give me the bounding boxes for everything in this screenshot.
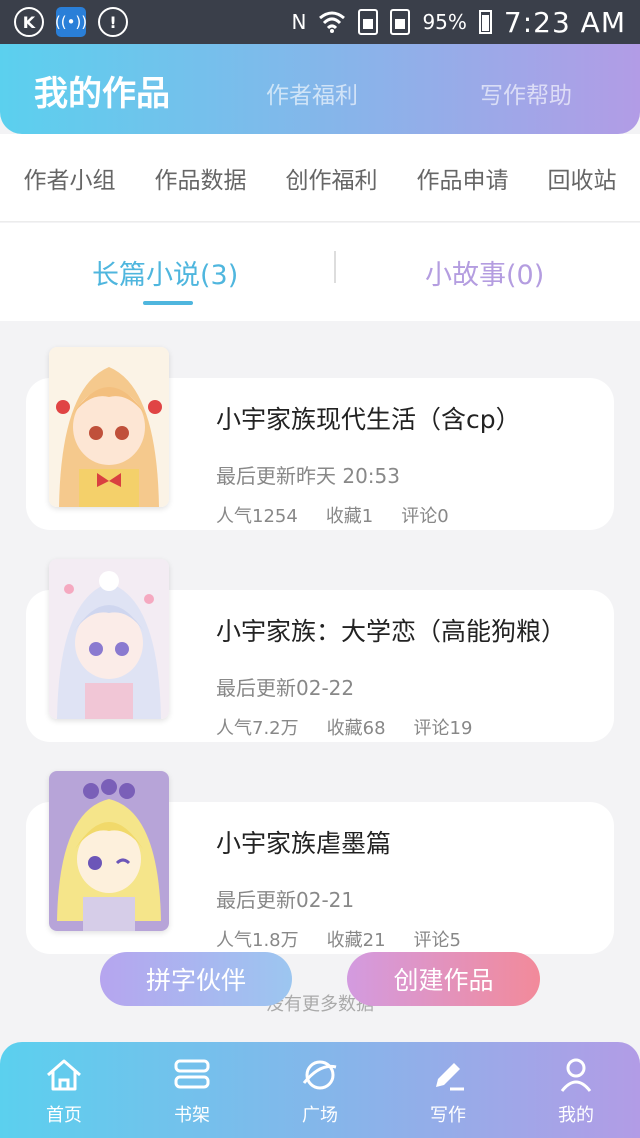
nav-label: 广场 — [302, 1105, 338, 1126]
nav-label: 书架 — [174, 1105, 210, 1126]
work-favorites: 收藏1 — [325, 506, 374, 527]
nav-creation-benefits[interactable]: 创作福利 — [286, 161, 378, 195]
status-bar-right: N 95% 7:23 AM — [291, 6, 626, 39]
home-icon — [47, 1059, 81, 1091]
work-title: 小宇家族现代生活（含cp） — [216, 405, 521, 434]
active-tab-indicator — [143, 301, 193, 305]
tab-divider — [334, 251, 336, 283]
nav-label: 首页 — [46, 1105, 82, 1126]
secondary-nav: 作者小组 作品数据 创作福利 作品申请 回收站 — [0, 134, 640, 222]
work-favorites: 收藏68 — [326, 718, 386, 739]
bottom-nav-home[interactable]: 首页 — [9, 1053, 119, 1127]
battery-icon — [478, 10, 492, 34]
work-title: 小宇家族：大学恋（高能狗粮） — [216, 617, 567, 646]
create-work-button[interactable]: 创建作品 — [347, 952, 540, 1006]
partner-button[interactable]: 拼字伙伴 — [100, 952, 292, 1006]
bottom-nav-square[interactable]: 广场 — [265, 1053, 375, 1127]
type-tabs: 长篇小说(3) 小故事(0) — [0, 223, 640, 321]
planet-icon — [302, 1060, 337, 1090]
work-stats: 人气7.2万 收藏68 评论19 — [216, 714, 472, 740]
nav-recycle-bin[interactable]: 回收站 — [548, 161, 617, 195]
work-popularity: 人气1254 — [216, 506, 298, 527]
work-updated: 最后更新02-21 — [216, 888, 355, 912]
work-comments: 评论0 — [401, 506, 449, 527]
work-cover-image[interactable] — [49, 559, 169, 719]
tab-long-novel[interactable]: 长篇小说(3) — [92, 253, 238, 292]
bottom-nav: 首页 书架 广场 写作 我的 — [0, 1042, 640, 1138]
no-more-data-text: 没有更多数据 — [266, 994, 374, 1015]
sim1-icon — [358, 9, 379, 35]
bottom-nav-write[interactable]: 写作 — [393, 1053, 503, 1127]
wifi-icon — [319, 11, 346, 33]
work-popularity: 人气1.8万 — [216, 930, 299, 951]
k-icon: K — [14, 7, 44, 37]
work-title: 小宇家族虐墨篇 — [216, 829, 392, 858]
nfc-icon: N — [291, 10, 307, 34]
nav-label: 写作 — [430, 1105, 466, 1126]
work-updated: 最后更新02-22 — [216, 676, 355, 700]
work-cover-image[interactable] — [49, 347, 169, 507]
nav-author-group[interactable]: 作者小组 — [24, 161, 116, 195]
work-comments: 评论19 — [413, 718, 473, 739]
alert-icon: ! — [98, 7, 128, 37]
work-updated: 最后更新昨天 20:53 — [216, 464, 400, 488]
tab-writing-help[interactable]: 写作帮助 — [480, 76, 572, 110]
work-popularity: 人气7.2万 — [216, 718, 299, 739]
bottom-nav-bookshelf[interactable]: 书架 — [137, 1053, 247, 1127]
user-icon — [560, 1058, 592, 1092]
sim2-icon — [390, 9, 411, 35]
work-cover-image[interactable] — [49, 771, 169, 931]
battery-percent: 95% — [422, 10, 467, 34]
wifi-hotspot-icon: ((•)) — [55, 7, 87, 37]
pen-icon — [436, 1063, 464, 1091]
clock: 7:23 AM — [503, 5, 626, 39]
nav-label: 我的 — [558, 1105, 594, 1126]
work-stats: 人气1.8万 收藏21 评论5 — [216, 926, 461, 952]
bottom-nav-mine[interactable]: 我的 — [521, 1053, 631, 1127]
nav-work-data[interactable]: 作品数据 — [155, 161, 247, 195]
top-header: 我的作品 作者福利 写作帮助 — [0, 44, 640, 134]
nav-work-application[interactable]: 作品申请 — [417, 161, 509, 195]
work-favorites: 收藏21 — [326, 930, 386, 951]
bookshelf-icon — [174, 1059, 210, 1089]
work-comments: 评论5 — [413, 930, 461, 951]
work-stats: 人气1254 收藏1 评论0 — [216, 502, 449, 528]
status-bar-left: K ((•)) ! — [14, 7, 128, 37]
tab-my-works[interactable]: 我的作品 — [34, 66, 170, 115]
tab-author-benefits[interactable]: 作者福利 — [266, 76, 358, 110]
tab-short-story[interactable]: 小故事(0) — [425, 253, 544, 292]
status-bar: K ((•)) ! N 95% 7:23 AM — [0, 0, 640, 44]
